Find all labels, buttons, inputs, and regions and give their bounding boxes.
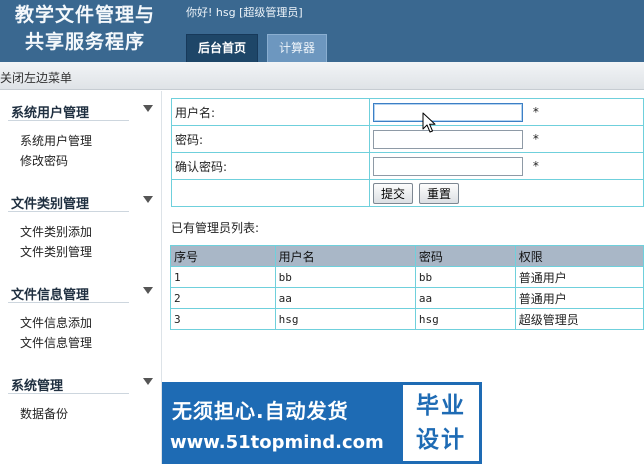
username-input[interactable] [373, 102, 524, 122]
app-title-line2: 共享服务程序 [24, 31, 145, 53]
table-row: 2 aa aa 普通用户 [170, 287, 644, 309]
cell-username: bb [274, 266, 416, 288]
cell-role: 普通用户 [514, 266, 644, 288]
menu-head-label: 系统管理 [11, 379, 64, 394]
menu-items: 文件类别添加 文件类别管理 [0, 212, 161, 273]
cell-index: 1 [170, 266, 276, 288]
password-cell: * [369, 125, 644, 153]
required-mark: * [532, 158, 539, 173]
top-header: 教学文件管理与 共享服务程序 你好! hsg [超级管理员] 后台首页 计算器 [0, 0, 644, 62]
add-admin-form: 用户名: * 密码: * 确认密码: * 提交 重置 [170, 98, 644, 207]
column-header-password: 密码 [414, 245, 516, 267]
menu-items: 数据备份 [0, 394, 161, 435]
menu-head-label: 文件信息管理 [11, 288, 90, 303]
reset-button[interactable]: 重置 [419, 182, 460, 204]
form-row-buttons: 提交 重置 [170, 179, 644, 207]
confirm-password-cell: * [369, 152, 644, 180]
watermark-slogan: 无须担心.自动发货 [172, 399, 349, 423]
menu-head-file-category[interactable]: 文件类别管理 [8, 182, 153, 212]
menu-head-system-users[interactable]: 系统用户管理 [8, 91, 153, 121]
table-header-row: 序号 用户名 密码 权限 [170, 245, 644, 267]
mouse-pointer-icon [422, 112, 436, 133]
sidebar: 系统用户管理 系统用户管理 修改密码 文件类别管理 文件类别添加 文件类别管理 … [0, 91, 162, 464]
chevron-down-icon [143, 378, 153, 385]
confirm-password-label: 确认密码: [170, 152, 371, 180]
password-input[interactable] [373, 129, 524, 149]
cell-password: bb [414, 266, 516, 288]
cell-username: aa [274, 287, 416, 309]
watermark-badge-text: 毕业 设计 [403, 389, 479, 457]
cell-index: 3 [170, 308, 276, 330]
form-row-confirm: 确认密码: * [170, 152, 644, 180]
sidebar-item-add-file-category[interactable]: 文件类别添加 [20, 222, 161, 242]
tab-calculator[interactable]: 计算器 [267, 34, 328, 62]
cell-password: aa [414, 287, 516, 309]
tab-home[interactable]: 后台首页 [186, 34, 259, 62]
watermark-left: 无须担心.自动发货 www.51topmind.com [162, 382, 400, 464]
menu-items: 系统用户管理 修改密码 [0, 121, 161, 182]
table-row: 3 hsg hsg 超级管理员 [170, 308, 644, 330]
required-mark: * [532, 131, 539, 146]
username-cell: * [369, 98, 644, 126]
toolbar: 关闭左边菜单 [0, 62, 644, 90]
app-title: 教学文件管理与 共享服务程序 [0, 2, 170, 56]
close-left-menu-link[interactable]: 关闭左边菜单 [0, 69, 72, 86]
cell-role: 普通用户 [514, 287, 644, 309]
chevron-down-icon [143, 196, 153, 203]
cell-password: hsg [414, 308, 516, 330]
form-row-username: 用户名: * [170, 98, 644, 126]
empty-cell [170, 179, 371, 207]
confirm-password-input[interactable] [373, 156, 524, 176]
menu-head-label: 文件类别管理 [11, 197, 90, 212]
top-tabs: 后台首页 计算器 [186, 34, 328, 62]
submit-button[interactable]: 提交 [373, 182, 414, 204]
menu-items: 文件信息添加 文件信息管理 [0, 303, 161, 364]
form-row-password: 密码: * [170, 125, 644, 153]
password-label: 密码: [170, 125, 371, 153]
menu-group-file-category: 文件类别管理 文件类别添加 文件类别管理 [0, 182, 161, 273]
sidebar-item-system-user-management[interactable]: 系统用户管理 [20, 131, 161, 151]
menu-group-system: 系统管理 数据备份 [0, 364, 161, 435]
admin-table: 序号 用户名 密码 权限 1 bb bb 普通用户 2 aa aa 普通用户 3… [170, 245, 644, 330]
app-title-line1: 教学文件管理与 [14, 4, 155, 26]
username-label: 用户名: [170, 98, 371, 126]
menu-group-system-users: 系统用户管理 系统用户管理 修改密码 [0, 91, 161, 182]
column-header-role: 权限 [514, 245, 644, 267]
cell-username: hsg [274, 308, 416, 330]
chevron-down-icon [143, 287, 153, 294]
sidebar-item-manage-file-info[interactable]: 文件信息管理 [20, 333, 161, 353]
user-greeting: 你好! hsg [超级管理员] [186, 6, 303, 19]
sidebar-item-change-password[interactable]: 修改密码 [20, 151, 161, 171]
required-mark: * [532, 104, 539, 119]
button-cell: 提交 重置 [369, 179, 644, 207]
cell-index: 2 [170, 287, 276, 309]
watermark-banner: 无须担心.自动发货 www.51topmind.com 毕业 设计 [162, 382, 482, 464]
column-header-index: 序号 [170, 245, 276, 267]
cell-role: 超级管理员 [514, 308, 644, 330]
badge-line1: 毕业 [416, 393, 466, 419]
menu-group-file-info: 文件信息管理 文件信息添加 文件信息管理 [0, 273, 161, 364]
admin-list-title: 已有管理员列表: [171, 221, 260, 235]
badge-line2: 设计 [416, 427, 466, 453]
sidebar-item-manage-file-category[interactable]: 文件类别管理 [20, 242, 161, 262]
menu-head-system[interactable]: 系统管理 [8, 364, 153, 394]
watermark-site: www.51topmind.com [170, 432, 384, 453]
column-header-username: 用户名 [274, 245, 416, 267]
menu-head-file-info[interactable]: 文件信息管理 [8, 273, 153, 303]
sidebar-item-data-backup[interactable]: 数据备份 [20, 404, 161, 424]
sidebar-item-add-file-info[interactable]: 文件信息添加 [20, 313, 161, 333]
menu-head-label: 系统用户管理 [11, 106, 90, 121]
chevron-down-icon [143, 105, 153, 112]
watermark-badge: 毕业 设计 [400, 382, 482, 464]
table-row: 1 bb bb 普通用户 [170, 266, 644, 288]
